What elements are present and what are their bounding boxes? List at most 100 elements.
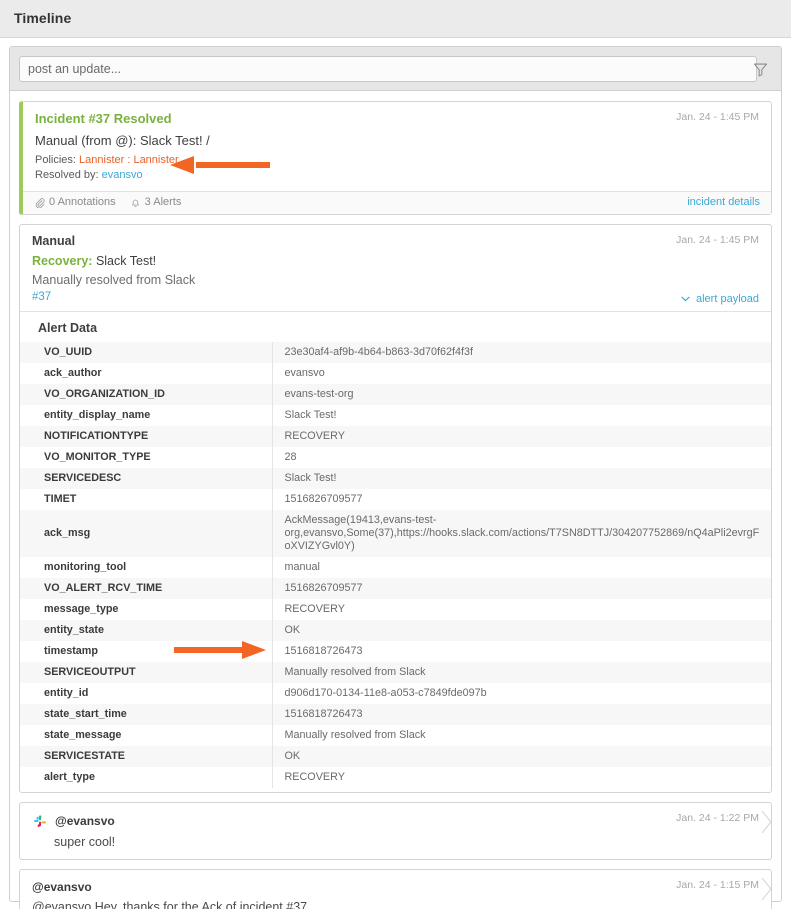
annotations-count: 0 Annotations [49, 196, 116, 208]
alert-data-row: entity_display_name Slack Test! [20, 405, 771, 426]
panel-header: Timeline [0, 0, 791, 38]
alert-card[interactable]: Jan. 24 - 1:45 PM Manual Recovery: Slack… [19, 224, 772, 793]
alert-data-section: Alert Data VO_UUID 23e30af4-af9b-4b64-b86… [20, 311, 771, 792]
alert-data-value: RECOVERY [284, 603, 345, 615]
alert-data-key: VO_UUID [20, 342, 273, 363]
alert-timestamp: Jan. 24 - 1:45 PM [676, 234, 759, 246]
recovery-value: Slack Test! [95, 254, 157, 268]
alert-data-key: entity_state [20, 620, 273, 641]
comment-head: @evansvo [20, 870, 771, 894]
alert-data-value: 28 [284, 451, 297, 463]
comment-card[interactable]: Jan. 24 - 1:22 PM @evansvo super cool! [19, 802, 772, 860]
alert-data-row: state_message Manually resolved from Slac… [20, 725, 771, 746]
alert-incident-link[interactable]: #37 [32, 291, 759, 303]
resolved-by-label: Resolved by: [35, 169, 99, 181]
policies-label: Policies: [35, 154, 76, 166]
alert-data-value: d906d170-0134-11e8-a053-c7849fde097b [284, 687, 487, 699]
alert-data-row: monitoring_tool manual [20, 557, 771, 578]
recovery-label: Recovery: [32, 254, 93, 268]
comment-timestamp: Jan. 24 - 1:22 PM [676, 812, 759, 824]
alert-data-row: VO_MONITOR_TYPE 28 [20, 447, 771, 468]
alert-data-key: VO_ORGANIZATION_ID [20, 384, 273, 405]
alert-data-value: evans-test-org [284, 388, 354, 400]
alert-data-key: SERVICESTATE [20, 746, 273, 767]
alert-data-key: VO_MONITOR_TYPE [20, 447, 273, 468]
incident-policies-line: Policies: Lannister : Lannister [35, 153, 759, 168]
incident-stats: 0 Annotations 3 Alerts [34, 196, 181, 208]
alert-data-row: state_start_time 1516818726473 [20, 704, 771, 725]
alert-data-value: OK [284, 750, 301, 762]
chevron-down-icon [681, 296, 690, 302]
alert-recovery-line: Recovery: Slack Test! [32, 254, 759, 268]
alert-data-value: RECOVERY [284, 771, 345, 783]
timeline-container: Jan. 24 - 1:45 PM Incident #37 Resolved … [9, 46, 782, 909]
alert-data-row: entity_state OK [20, 620, 771, 641]
alert-data-key: VO_ALERT_RCV_TIME [20, 578, 273, 599]
timeline-page: Timeline Jan. 24 - 1:45 PM Incident #37 … [0, 0, 791, 909]
alert-data-value: RECOVERY [284, 430, 345, 442]
alert-data-key: entity_id [20, 683, 273, 704]
bell-icon [131, 199, 139, 207]
incident-details-link[interactable]: incident details [687, 196, 760, 208]
paperclip-icon [35, 197, 45, 208]
chevron-right-icon [762, 878, 772, 900]
filter-funnel-icon[interactable] [749, 58, 771, 80]
alert-data-row: alert_type RECOVERY [20, 767, 771, 788]
alert-data-value: Manually resolved from Slack [284, 729, 426, 741]
comment-head: @evansvo [20, 803, 771, 829]
slack-logo-icon [34, 815, 46, 827]
incident-card[interactable]: Jan. 24 - 1:45 PM Incident #37 Resolved … [19, 101, 772, 215]
alert-data-value: 1516826709577 [284, 582, 363, 594]
alert-data-row: VO_ALERT_RCV_TIME 1516826709577 [20, 578, 771, 599]
chevron-right-icon [762, 811, 772, 833]
alert-data-title: Alert Data [38, 321, 98, 335]
alert-data-key: state_message [20, 725, 273, 746]
alert-data-key: state_start_time [20, 704, 273, 725]
incident-resolved-by-line: Resolved by: evansvo [35, 168, 759, 183]
alerts-stat[interactable]: 3 Alerts [130, 196, 182, 208]
comment-author[interactable]: @evansvo [32, 880, 92, 894]
incident-timestamp: Jan. 24 - 1:45 PM [676, 111, 759, 123]
alert-data-value: Manually resolved from Slack [284, 666, 426, 678]
alerts-count: 3 Alerts [144, 196, 182, 208]
alert-data-value: 1516818726473 [284, 708, 363, 720]
alert-payload-toggle[interactable]: alert payload [681, 293, 759, 305]
comment-body: super cool! [54, 835, 116, 849]
annotations-stat[interactable]: 0 Annotations [34, 196, 116, 208]
alert-data-row: SERVICEOUTPUT Manually resolved from Slac… [20, 662, 771, 683]
alert-data-key: monitoring_tool [20, 557, 273, 578]
alert-source: Manual [32, 234, 76, 248]
alert-data-value: manual [284, 561, 320, 573]
incident-title: Incident #37 Resolved [35, 111, 172, 126]
alert-data-value: 1516818726473 [284, 645, 363, 657]
alert-data-row: VO_ORGANIZATION_ID evans-test-org [20, 384, 771, 405]
alert-data-value: evansvo [284, 367, 325, 379]
alert-payload-label: alert payload [696, 293, 759, 305]
alert-data-key: message_type [20, 599, 273, 620]
alert-data-table: VO_UUID 23e30af4-af9b-4b64-b863-3d70f62f4… [20, 342, 771, 788]
incident-card-footer: 0 Annotations 3 Alerts incident details [23, 191, 771, 214]
page-title: Timeline [14, 10, 72, 26]
alert-data-row: SERVICEDESC Slack Test! [20, 468, 771, 489]
comment-timestamp: Jan. 24 - 1:15 PM [676, 879, 759, 891]
alert-data-row: ack_msg AckMessage(19413,evans-test-org,e… [20, 510, 771, 557]
alert-data-value: 1516826709577 [284, 493, 363, 505]
post-update-input[interactable] [19, 56, 757, 82]
alert-data-table-body: VO_UUID 23e30af4-af9b-4b64-b863-3d70f62f4… [20, 342, 771, 788]
alert-data-key: NOTIFICATIONTYPE [20, 426, 273, 447]
alert-data-row: timestamp 1516818726473 [20, 641, 771, 662]
alert-data-row: ack_author evansvo [20, 363, 771, 384]
comment-card[interactable]: Jan. 24 - 1:15 PM @evansvo @evansvo Hey, t… [19, 869, 772, 909]
alert-data-key: ack_author [20, 363, 273, 384]
alert-data-row: message_type RECOVERY [20, 599, 771, 620]
cards-list: Jan. 24 - 1:45 PM Incident #37 Resolved … [10, 91, 781, 909]
policies-value[interactable]: Lannister : Lannister [79, 154, 179, 166]
alert-data-row: SERVICESTATE OK [20, 746, 771, 767]
resolved-by-user[interactable]: evansvo [102, 169, 143, 181]
alert-data-key: SERVICEOUTPUT [20, 662, 273, 683]
comment-author[interactable]: @evansvo [55, 814, 115, 828]
alert-data-value: Slack Test! [284, 472, 337, 484]
alert-data-row: NOTIFICATIONTYPE RECOVERY [20, 426, 771, 447]
composer-bar [10, 47, 781, 91]
alert-data-value: Slack Test! [284, 409, 337, 421]
